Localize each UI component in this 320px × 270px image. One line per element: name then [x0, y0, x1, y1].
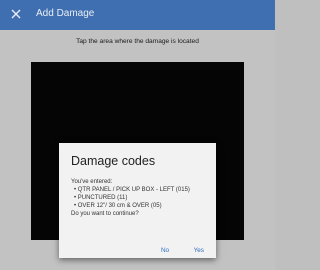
dialog-title: Damage codes [71, 154, 156, 168]
yes-button[interactable]: Yes [194, 247, 204, 254]
dialog-intro: You've entered: [71, 179, 113, 185]
close-button[interactable] [8, 6, 24, 22]
close-icon [11, 9, 21, 19]
damage-codes-dialog: Damage codes You've entered: • QTR PANEL… [59, 143, 216, 258]
dialog-question: Do you want to continue? [71, 211, 139, 217]
page-title: Add Damage [36, 8, 95, 19]
dialog-actions: No Yes [141, 239, 204, 254]
dialog-body: You've entered: • QTR PANEL / PICK UP BO… [71, 178, 211, 218]
no-button[interactable]: No [161, 247, 169, 254]
damage-code-item: • PUNCTURED (11) [74, 195, 128, 201]
damage-code-item: • QTR PANEL / PICK UP BOX - LEFT (015) [74, 187, 190, 193]
damage-code-item: • OVER 12"/ 30 cm & OVER (05) [74, 203, 162, 209]
app-bar: Add Damage [0, 0, 275, 30]
